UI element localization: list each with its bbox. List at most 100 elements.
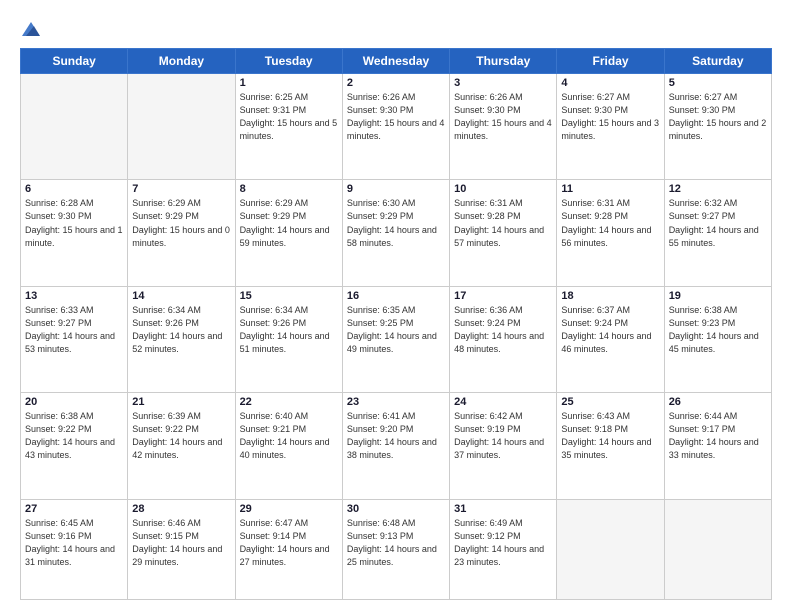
day-info: Sunrise: 6:33 AM Sunset: 9:27 PM Dayligh… xyxy=(25,304,123,356)
calendar-cell: 13 Sunrise: 6:33 AM Sunset: 9:27 PM Dayli… xyxy=(21,286,128,392)
calendar-cell: 4Sunrise: 6:27 AM Sunset: 9:30 PM Daylig… xyxy=(557,74,664,180)
day-info: Sunrise: 6:37 AM Sunset: 9:24 PM Dayligh… xyxy=(561,304,659,356)
calendar-cell xyxy=(128,74,235,180)
calendar-week-row: 1 Sunrise: 6:25 AM Sunset: 9:31 PM Daylig… xyxy=(21,74,772,180)
calendar-table: SundayMondayTuesdayWednesdayThursdayFrid… xyxy=(20,48,772,600)
day-number: 14 xyxy=(132,290,230,302)
day-number: 1 xyxy=(240,77,338,89)
day-number: 17 xyxy=(454,290,552,302)
calendar-cell: 28 Sunrise: 6:46 AM Sunset: 9:15 PM Dayli… xyxy=(128,499,235,599)
day-info: Sunrise: 6:45 AM Sunset: 9:16 PM Dayligh… xyxy=(25,517,123,569)
calendar-cell: 18 Sunrise: 6:37 AM Sunset: 9:24 PM Dayli… xyxy=(557,286,664,392)
day-number: 21 xyxy=(132,396,230,408)
calendar-cell: 24Sunrise: 6:42 AM Sunset: 9:19 PM Dayli… xyxy=(450,393,557,499)
day-info: Sunrise: 6:34 AM Sunset: 9:26 PM Dayligh… xyxy=(132,304,230,356)
calendar-cell: 1 Sunrise: 6:25 AM Sunset: 9:31 PM Daylig… xyxy=(235,74,342,180)
day-number: 3 xyxy=(454,77,552,89)
day-number: 27 xyxy=(25,503,123,515)
day-info: Sunrise: 6:26 AM Sunset: 9:30 PM Dayligh… xyxy=(454,91,552,143)
calendar-cell: 11 Sunrise: 6:31 AM Sunset: 9:28 PM Dayli… xyxy=(557,180,664,286)
calendar-week-row: 6 Sunrise: 6:28 AM Sunset: 9:30 PM Daylig… xyxy=(21,180,772,286)
calendar-cell: 16 Sunrise: 6:35 AM Sunset: 9:25 PM Dayli… xyxy=(342,286,449,392)
day-number: 26 xyxy=(669,396,767,408)
logo-icon xyxy=(20,18,42,40)
day-info: Sunrise: 6:27 AM Sunset: 9:30 PM Dayligh… xyxy=(669,91,767,143)
day-number: 2 xyxy=(347,77,445,89)
calendar-header-row: SundayMondayTuesdayWednesdayThursdayFrid… xyxy=(21,49,772,74)
day-info: Sunrise: 6:30 AM Sunset: 9:29 PM Dayligh… xyxy=(347,197,445,249)
calendar-week-row: 20 Sunrise: 6:38 AM Sunset: 9:22 PM Dayli… xyxy=(21,393,772,499)
calendar-cell xyxy=(664,499,771,599)
calendar-cell: 7Sunrise: 6:29 AM Sunset: 9:29 PM Daylig… xyxy=(128,180,235,286)
day-number: 11 xyxy=(561,183,659,195)
day-info: Sunrise: 6:38 AM Sunset: 9:23 PM Dayligh… xyxy=(669,304,767,356)
day-number: 18 xyxy=(561,290,659,302)
calendar-cell: 5 Sunrise: 6:27 AM Sunset: 9:30 PM Daylig… xyxy=(664,74,771,180)
day-info: Sunrise: 6:29 AM Sunset: 9:29 PM Dayligh… xyxy=(240,197,338,249)
day-info: Sunrise: 6:29 AM Sunset: 9:29 PM Dayligh… xyxy=(132,197,230,249)
day-info: Sunrise: 6:31 AM Sunset: 9:28 PM Dayligh… xyxy=(454,197,552,249)
day-number: 10 xyxy=(454,183,552,195)
calendar-cell: 14 Sunrise: 6:34 AM Sunset: 9:26 PM Dayli… xyxy=(128,286,235,392)
col-header-wednesday: Wednesday xyxy=(342,49,449,74)
day-number: 8 xyxy=(240,183,338,195)
day-info: Sunrise: 6:35 AM Sunset: 9:25 PM Dayligh… xyxy=(347,304,445,356)
day-info: Sunrise: 6:34 AM Sunset: 9:26 PM Dayligh… xyxy=(240,304,338,356)
calendar-cell: 12Sunrise: 6:32 AM Sunset: 9:27 PM Dayli… xyxy=(664,180,771,286)
day-info: Sunrise: 6:48 AM Sunset: 9:13 PM Dayligh… xyxy=(347,517,445,569)
day-info: Sunrise: 6:26 AM Sunset: 9:30 PM Dayligh… xyxy=(347,91,445,143)
calendar-cell: 6 Sunrise: 6:28 AM Sunset: 9:30 PM Daylig… xyxy=(21,180,128,286)
calendar-cell: 22 Sunrise: 6:40 AM Sunset: 9:21 PM Dayli… xyxy=(235,393,342,499)
day-number: 9 xyxy=(347,183,445,195)
day-info: Sunrise: 6:40 AM Sunset: 9:21 PM Dayligh… xyxy=(240,410,338,462)
calendar-cell: 29Sunrise: 6:47 AM Sunset: 9:14 PM Dayli… xyxy=(235,499,342,599)
day-number: 28 xyxy=(132,503,230,515)
day-info: Sunrise: 6:31 AM Sunset: 9:28 PM Dayligh… xyxy=(561,197,659,249)
calendar-cell: 27 Sunrise: 6:45 AM Sunset: 9:16 PM Dayli… xyxy=(21,499,128,599)
col-header-tuesday: Tuesday xyxy=(235,49,342,74)
day-info: Sunrise: 6:36 AM Sunset: 9:24 PM Dayligh… xyxy=(454,304,552,356)
calendar-cell: 31Sunrise: 6:49 AM Sunset: 9:12 PM Dayli… xyxy=(450,499,557,599)
day-info: Sunrise: 6:47 AM Sunset: 9:14 PM Dayligh… xyxy=(240,517,338,569)
day-info: Sunrise: 6:39 AM Sunset: 9:22 PM Dayligh… xyxy=(132,410,230,462)
day-number: 15 xyxy=(240,290,338,302)
calendar-cell: 30 Sunrise: 6:48 AM Sunset: 9:13 PM Dayli… xyxy=(342,499,449,599)
day-info: Sunrise: 6:32 AM Sunset: 9:27 PM Dayligh… xyxy=(669,197,767,249)
col-header-friday: Friday xyxy=(557,49,664,74)
day-info: Sunrise: 6:28 AM Sunset: 9:30 PM Dayligh… xyxy=(25,197,123,249)
day-number: 24 xyxy=(454,396,552,408)
calendar-cell: 9 Sunrise: 6:30 AM Sunset: 9:29 PM Daylig… xyxy=(342,180,449,286)
day-info: Sunrise: 6:49 AM Sunset: 9:12 PM Dayligh… xyxy=(454,517,552,569)
calendar-week-row: 27 Sunrise: 6:45 AM Sunset: 9:16 PM Dayli… xyxy=(21,499,772,599)
day-info: Sunrise: 6:44 AM Sunset: 9:17 PM Dayligh… xyxy=(669,410,767,462)
day-number: 30 xyxy=(347,503,445,515)
calendar-cell: 21 Sunrise: 6:39 AM Sunset: 9:22 PM Dayli… xyxy=(128,393,235,499)
col-header-sunday: Sunday xyxy=(21,49,128,74)
calendar-cell: 17 Sunrise: 6:36 AM Sunset: 9:24 PM Dayli… xyxy=(450,286,557,392)
day-number: 19 xyxy=(669,290,767,302)
page: SundayMondayTuesdayWednesdayThursdayFrid… xyxy=(0,0,792,612)
header xyxy=(20,18,772,40)
col-header-thursday: Thursday xyxy=(450,49,557,74)
day-info: Sunrise: 6:27 AM Sunset: 9:30 PM Dayligh… xyxy=(561,91,659,143)
calendar-cell: 15 Sunrise: 6:34 AM Sunset: 9:26 PM Dayli… xyxy=(235,286,342,392)
day-info: Sunrise: 6:25 AM Sunset: 9:31 PM Dayligh… xyxy=(240,91,338,143)
day-info: Sunrise: 6:43 AM Sunset: 9:18 PM Dayligh… xyxy=(561,410,659,462)
col-header-monday: Monday xyxy=(128,49,235,74)
calendar-cell xyxy=(21,74,128,180)
day-number: 25 xyxy=(561,396,659,408)
calendar-cell: 2 Sunrise: 6:26 AM Sunset: 9:30 PM Daylig… xyxy=(342,74,449,180)
day-info: Sunrise: 6:46 AM Sunset: 9:15 PM Dayligh… xyxy=(132,517,230,569)
day-number: 13 xyxy=(25,290,123,302)
day-number: 6 xyxy=(25,183,123,195)
day-number: 22 xyxy=(240,396,338,408)
logo xyxy=(20,18,45,40)
day-number: 23 xyxy=(347,396,445,408)
calendar-cell xyxy=(557,499,664,599)
day-number: 5 xyxy=(669,77,767,89)
col-header-saturday: Saturday xyxy=(664,49,771,74)
day-number: 16 xyxy=(347,290,445,302)
day-number: 20 xyxy=(25,396,123,408)
calendar-cell: 26 Sunrise: 6:44 AM Sunset: 9:17 PM Dayli… xyxy=(664,393,771,499)
day-info: Sunrise: 6:38 AM Sunset: 9:22 PM Dayligh… xyxy=(25,410,123,462)
